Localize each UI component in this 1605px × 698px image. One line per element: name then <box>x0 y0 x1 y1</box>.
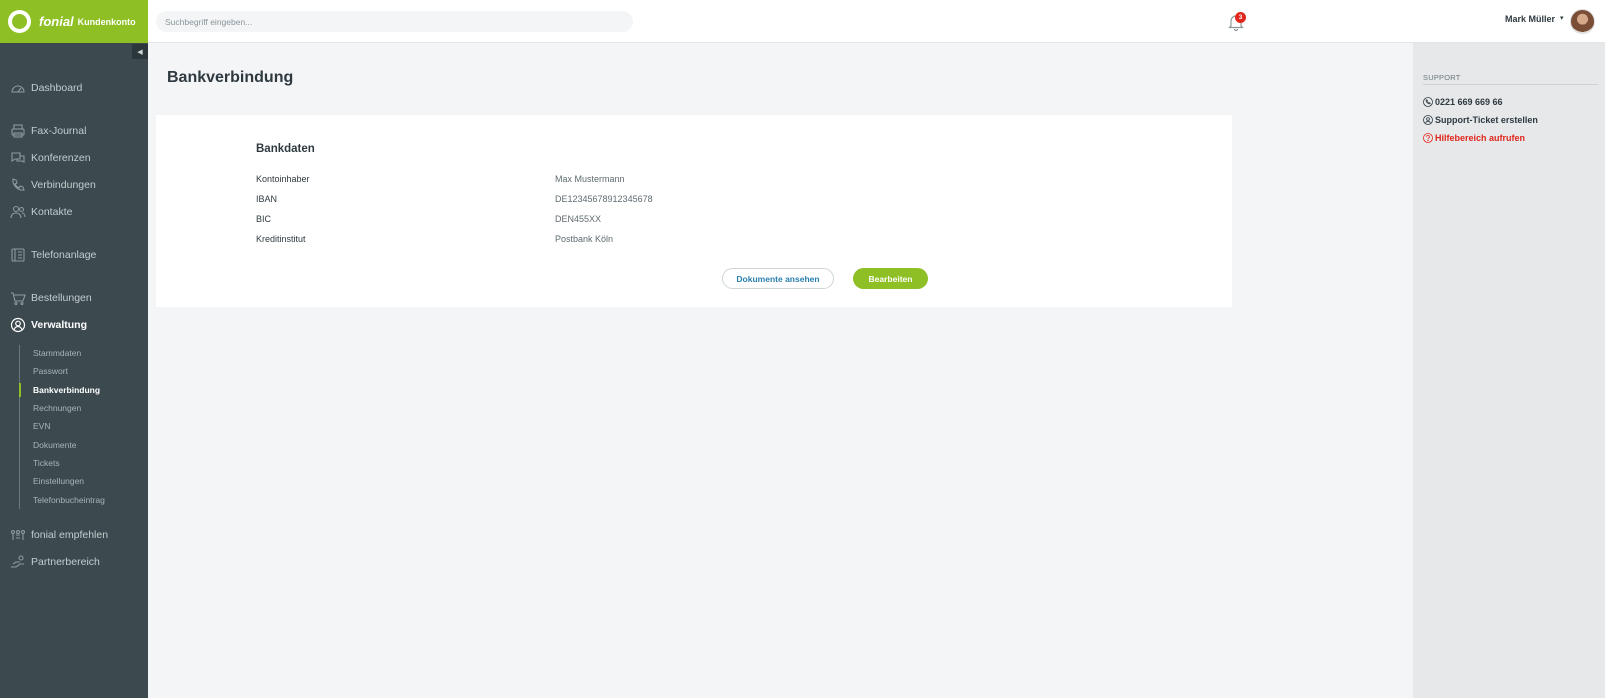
edit-button[interactable]: Bearbeiten <box>853 268 928 289</box>
view-documents-button[interactable]: Dokumente ansehen <box>722 268 834 289</box>
value-kreditinstitut: Postbank Köln <box>555 234 614 244</box>
sidebar-item-verbindungen[interactable]: Verbindungen <box>0 173 148 197</box>
sidebar-collapse-button[interactable]: ◀ <box>132 44 148 59</box>
submenu-item-evn[interactable]: EVN <box>33 419 50 433</box>
brand-name: fonial <box>39 14 74 29</box>
submenu-item-stammdaten[interactable]: Stammdaten <box>33 346 81 360</box>
brand-logo[interactable]: fonial Kundenkonto <box>0 0 148 43</box>
submenu-item-passwort[interactable]: Passwort <box>33 364 68 378</box>
printer-icon <box>11 124 25 138</box>
submenu-item-bankverbindung[interactable]: Bankverbindung <box>33 383 100 397</box>
user-name[interactable]: Mark Müller <box>1505 14 1555 24</box>
sidebar-item-label: Konferenzen <box>31 152 91 164</box>
sidebar-item-dashboard[interactable]: Dashboard <box>0 76 148 100</box>
sidebar-item-label: Bestellungen <box>31 292 92 304</box>
sidebar-item-telefonanlage[interactable]: Telefonanlage <box>0 243 148 267</box>
sidebar: fonial Kundenkonto ◀ Dashboard Fax-Journ… <box>0 0 148 698</box>
sidebar-item-bestellungen[interactable]: Bestellungen <box>0 286 148 310</box>
sidebar-item-label: Fax-Journal <box>31 125 87 137</box>
chat-icon <box>11 152 25 163</box>
sidebar-item-label: fonial empfehlen <box>31 529 109 541</box>
bank-data-card: Bankdaten Kontoinhaber Max Mustermann IB… <box>156 115 1232 307</box>
sidebar-item-partnerbereich[interactable]: Partnerbereich <box>0 550 148 574</box>
page-title: Bankverbindung <box>167 69 294 86</box>
label-kreditinstitut: Kreditinstitut <box>256 234 306 244</box>
sidebar-item-label: Verbindungen <box>31 179 96 191</box>
support-ticket-label: Support-Ticket erstellen <box>1435 115 1538 125</box>
recommend-icon <box>10 529 26 540</box>
value-bic: DEN455XX <box>555 214 602 224</box>
sidebar-item-label: Telefonanlage <box>31 249 97 261</box>
sidebar-item-label: Dashboard <box>31 82 83 94</box>
chevron-down-icon[interactable]: ▾ <box>1560 14 1564 22</box>
notification-badge: 3 <box>1235 12 1246 23</box>
brand-subtitle: Kundenkonto <box>77 16 136 27</box>
cart-icon <box>11 292 26 306</box>
submenu-item-rechnungen[interactable]: Rechnungen <box>33 401 81 415</box>
fonial-ring-icon <box>8 10 31 33</box>
partner-icon <box>11 555 24 568</box>
submenu-item-tickets[interactable]: Tickets <box>33 456 60 470</box>
sidebar-item-label: Kontakte <box>31 206 73 218</box>
submenu-item-dokumente[interactable]: Dokumente <box>33 438 76 452</box>
support-phone-number: 0221 669 669 66 <box>1435 97 1503 107</box>
value-iban: DE12345678912345678 <box>555 194 653 204</box>
top-bar: 3 Mark Müller ▾ <box>148 0 1605 43</box>
section-title: Bankdaten <box>256 143 315 155</box>
support-title: SUPPORT <box>1423 73 1461 82</box>
support-divider <box>1423 84 1598 85</box>
label-bic: BIC <box>256 214 272 224</box>
help-area-link[interactable]: Hilfebereich aufrufen <box>1423 133 1525 143</box>
sidebar-item-konferenzen[interactable]: Konferenzen <box>0 146 148 170</box>
search-input[interactable] <box>156 11 633 32</box>
phone-icon <box>12 178 25 191</box>
sidebar-item-kontakte[interactable]: Kontakte <box>0 200 148 224</box>
submenu-item-telefonbucheintrag[interactable]: Telefonbucheintrag <box>33 493 105 507</box>
label-iban: IBAN <box>256 194 278 204</box>
value-kontoinhaber: Max Mustermann <box>555 174 625 184</box>
user-circle-icon <box>1423 115 1433 125</box>
submenu-item-einstellungen[interactable]: Einstellungen <box>33 474 84 488</box>
avatar[interactable] <box>1570 9 1595 34</box>
sidebar-item-verwaltung[interactable]: Verwaltung <box>0 313 148 337</box>
support-ticket-link[interactable]: Support-Ticket erstellen <box>1423 115 1538 125</box>
pbx-icon <box>11 248 25 262</box>
question-circle-icon <box>1423 133 1433 143</box>
user-circle-icon <box>10 317 26 333</box>
help-area-label: Hilfebereich aufrufen <box>1435 133 1526 143</box>
submenu-active-marker <box>19 383 21 397</box>
sidebar-item-label: Verwaltung <box>31 319 88 331</box>
people-icon <box>10 205 26 219</box>
support-phone-link[interactable]: 0221 669 669 66 <box>1423 97 1503 107</box>
phone-icon <box>1423 97 1433 107</box>
label-kontoinhaber: Kontoinhaber <box>256 174 310 184</box>
sidebar-item-label: Partnerbereich <box>31 556 100 568</box>
sidebar-item-fonial-empfehlen[interactable]: fonial empfehlen <box>0 523 148 547</box>
gauge-icon <box>11 85 25 93</box>
submenu-line <box>19 345 20 509</box>
sidebar-item-fax-journal[interactable]: Fax-Journal <box>0 119 148 143</box>
support-panel: SUPPORT 0221 669 669 66 Support-Ticket e… <box>1413 43 1605 698</box>
